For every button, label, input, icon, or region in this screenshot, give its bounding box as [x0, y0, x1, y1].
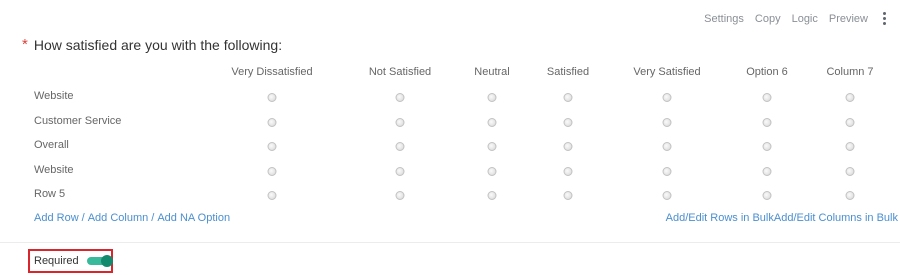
radio-button[interactable] [487, 117, 497, 127]
radio-button[interactable] [395, 166, 405, 176]
radio-button[interactable] [487, 93, 497, 102]
row-label: Overall [34, 139, 69, 151]
add-column-link[interactable]: Add Column [88, 212, 149, 224]
link-separator: / [151, 212, 155, 224]
matrix-row: Customer Service [0, 109, 900, 134]
radio-button[interactable] [845, 166, 855, 176]
question-text: How satisfied are you with the following… [33, 36, 283, 53]
radio-button[interactable] [395, 93, 405, 102]
radio-button[interactable] [563, 117, 573, 127]
question-title: * How satisfied are you with the followi… [22, 36, 282, 53]
matrix-row: Row 5 [0, 182, 900, 207]
row-label: Row 5 [34, 188, 66, 200]
logic-link[interactable]: Logic [792, 13, 818, 25]
link-separator: / [81, 212, 85, 224]
copy-link[interactable]: Copy [755, 13, 781, 25]
radio-button[interactable] [845, 142, 855, 151]
bulk-links-group: Add/Edit Rows in BulkAdd/Edit Columns in… [666, 212, 898, 224]
toggle-knob [101, 255, 113, 267]
radio-button[interactable] [662, 93, 672, 102]
radio-button[interactable] [662, 142, 672, 151]
row-label: Website [34, 163, 74, 176]
preview-link[interactable]: Preview [829, 13, 868, 25]
column-header: Very Dissatisfied [231, 66, 313, 78]
radio-button[interactable] [563, 166, 573, 176]
matrix-row: Website [0, 158, 900, 183]
radio-button[interactable] [762, 166, 772, 176]
add-row-link[interactable]: Add Row [34, 212, 79, 224]
radio-button[interactable] [487, 166, 497, 176]
radio-button[interactable] [845, 117, 855, 127]
radio-button[interactable] [267, 142, 277, 151]
radio-button[interactable] [487, 142, 497, 151]
column-header: Not Satisfied [368, 66, 432, 78]
radio-button[interactable] [762, 142, 772, 151]
radio-button[interactable] [267, 166, 277, 176]
matrix-header-row: Very Dissatisfied Not Satisfied Neutral Sat… [0, 62, 900, 84]
row-label: Customer Service [34, 114, 122, 127]
radio-button[interactable] [762, 117, 772, 127]
matrix-grid: Very Dissatisfied Not Satisfied Neutral Sat… [0, 62, 900, 207]
add-na-option-link[interactable]: Add NA Option [157, 212, 230, 224]
row-label: Website [34, 90, 74, 102]
more-options-icon[interactable] [883, 12, 886, 25]
required-asterisk: * [22, 36, 28, 53]
radio-button[interactable] [563, 191, 573, 200]
radio-button[interactable] [662, 117, 672, 127]
radio-button[interactable] [395, 142, 405, 151]
question-toolbar: Settings Copy Logic Preview [704, 12, 886, 25]
column-header: Very Satisfied [633, 66, 701, 78]
required-label: Required [34, 255, 79, 267]
required-setting: Required [28, 249, 113, 273]
radio-button[interactable] [563, 93, 573, 102]
matrix-row: Overall [0, 133, 900, 158]
radio-button[interactable] [395, 191, 405, 200]
bulk-columns-link[interactable]: Add/Edit Columns in Bulk [774, 212, 898, 224]
radio-button[interactable] [267, 191, 277, 200]
radio-button[interactable] [662, 191, 672, 200]
radio-button[interactable] [845, 93, 855, 102]
radio-button[interactable] [487, 191, 497, 200]
add-links-group: Add Row / Add Column / Add NA Option [34, 212, 230, 224]
matrix-row: Website [0, 84, 900, 109]
section-divider [0, 242, 900, 243]
radio-button[interactable] [845, 191, 855, 200]
column-header: Option 6 [746, 66, 788, 78]
radio-button[interactable] [762, 93, 772, 102]
radio-button[interactable] [395, 117, 405, 127]
column-header: Neutral [474, 66, 510, 78]
column-header: Column 7 [826, 66, 874, 78]
radio-button[interactable] [563, 142, 573, 151]
column-header: Satisfied [546, 66, 590, 78]
required-toggle[interactable] [86, 255, 113, 267]
settings-link[interactable]: Settings [704, 13, 744, 25]
radio-button[interactable] [267, 93, 277, 102]
radio-button[interactable] [762, 191, 772, 200]
bulk-rows-link[interactable]: Add/Edit Rows in Bulk [666, 212, 774, 224]
radio-button[interactable] [267, 117, 277, 127]
radio-button[interactable] [662, 166, 672, 176]
